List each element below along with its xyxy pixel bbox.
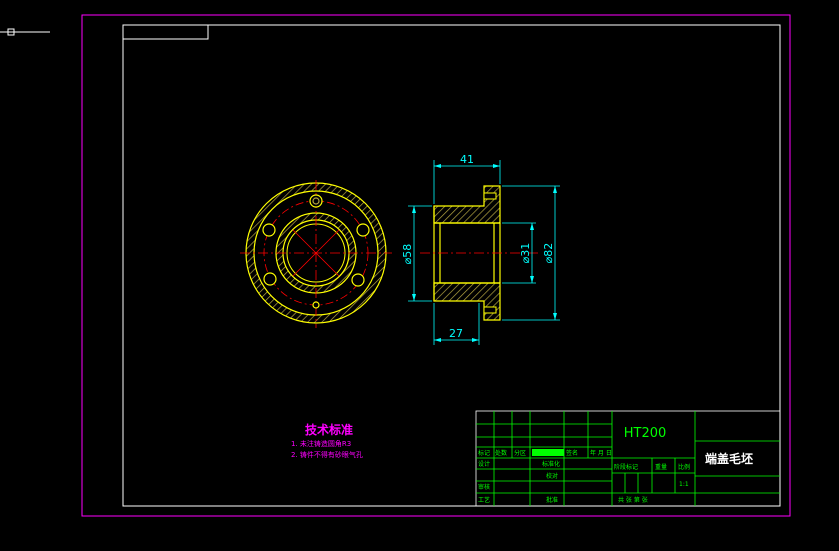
tb-label-zone: 分区 <box>514 449 526 457</box>
dim-dia-outer: ⌀82 <box>542 243 555 264</box>
tb-label-scale: 比例 <box>678 463 690 471</box>
code-box <box>122 24 209 40</box>
cad-drawing-sheet: 41 27 ⌀58 ⌀31 ⌀82 技术标准 1. 未注铸造圆角R3 2. 铸件… <box>0 14 791 517</box>
notes-heading: 技术标准 <box>305 422 353 437</box>
ucs-icon <box>0 28 50 36</box>
sheet-border <box>81 14 791 517</box>
tb-label-standardize: 标准化 <box>542 460 560 468</box>
tb-label-sign: 签名 <box>566 449 578 457</box>
signature-fill-bar <box>532 449 564 456</box>
tb-label-process: 工艺 <box>478 496 490 504</box>
tb-label-weight: 重量 <box>655 463 667 471</box>
tb-label-review: 审核 <box>478 483 490 491</box>
tb-label-design: 设计 <box>478 460 490 468</box>
tb-part-name: 端盖毛坯 <box>705 451 753 466</box>
tb-label-sheets: 共 张 第 张 <box>618 496 648 504</box>
tb-label-count: 处数 <box>495 449 507 457</box>
dim-width-overall: 41 <box>460 153 474 166</box>
drawing-frame <box>122 24 781 507</box>
notes-line-1: 1. 未注铸造圆角R3 <box>291 439 351 448</box>
dim-dia-small: ⌀31 <box>519 243 532 264</box>
notes-line-2: 2. 铸件不得有砂眼气孔 <box>291 450 363 459</box>
tb-label-approve: 批准 <box>546 496 558 504</box>
tb-material: HT200 <box>624 426 667 441</box>
tb-label-stage-mark: 阶段标记 <box>614 463 638 471</box>
tb-label-date: 年 月 日 <box>590 449 612 457</box>
tb-label-proofread: 校对 <box>546 472 558 480</box>
dim-dia-inner-bore: ⌀58 <box>401 244 414 265</box>
dim-width-inner: 27 <box>449 327 463 340</box>
front-view <box>240 180 392 328</box>
tb-value-scale: 1:1 <box>679 481 689 488</box>
tb-label-mark: 标记 <box>478 449 490 457</box>
